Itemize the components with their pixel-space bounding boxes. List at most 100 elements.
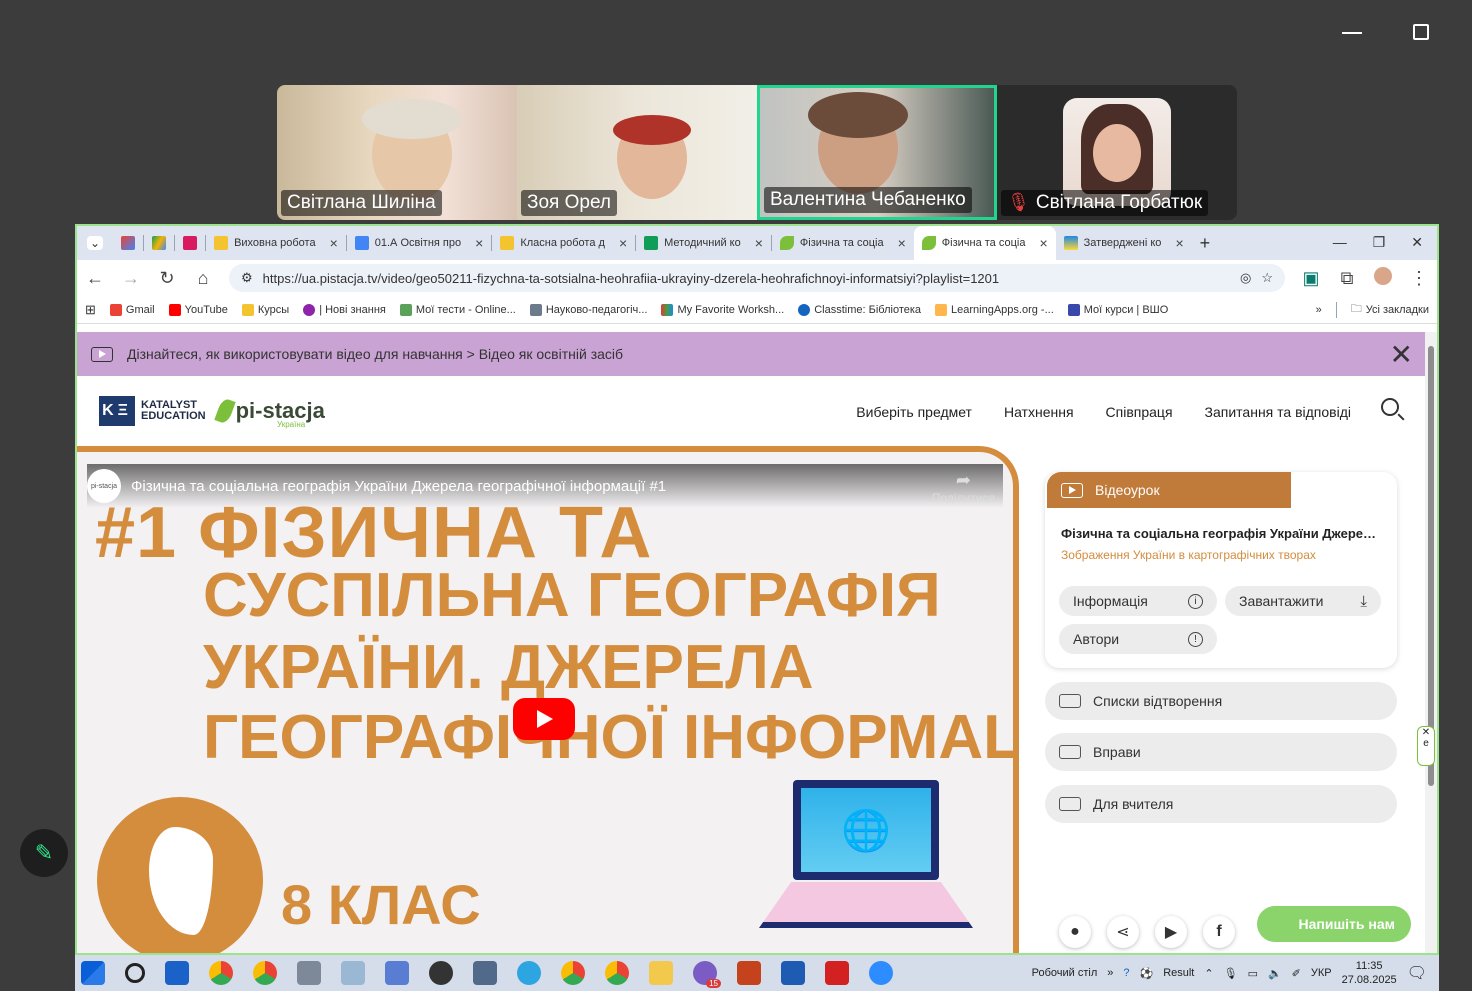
app-icon[interactable]	[341, 961, 365, 985]
word-icon[interactable]	[781, 961, 805, 985]
tab-search-button[interactable]: ⌄	[77, 226, 113, 260]
close-icon[interactable]: ×	[1039, 235, 1047, 251]
lesson-topic-link[interactable]: Зображення України в картографічних твор…	[1061, 548, 1316, 562]
viber-icon[interactable]: 15	[693, 961, 721, 988]
reload-icon[interactable]: ↻	[157, 268, 177, 289]
scrollbar-thumb[interactable]	[1428, 346, 1434, 786]
bookmark-item[interactable]: Мої тести - Online...	[399, 303, 516, 316]
close-icon[interactable]: ✕	[1390, 338, 1413, 371]
pistacja-share-icon[interactable]: ●	[1059, 916, 1091, 948]
notifications-icon[interactable]: 🗨	[1407, 963, 1427, 983]
acrobat-icon[interactable]	[825, 961, 849, 985]
close-icon[interactable]: ×	[330, 235, 338, 251]
tab-item-active[interactable]: Фізична та соціа ×	[913, 226, 1056, 260]
tab-item[interactable]: Класна робота д ×	[492, 226, 635, 260]
all-bookmarks[interactable]: 🗀 Усі закладки	[1351, 300, 1429, 319]
search-icon[interactable]	[1381, 398, 1399, 416]
video-title-bar[interactable]: pi-stacja Фізична та соціальна географія…	[87, 464, 1003, 508]
zoom-icon[interactable]	[869, 961, 893, 985]
banner-text[interactable]: Дізнайтеся, як використовувати відео для…	[127, 346, 623, 362]
site-info-icon[interactable]: ⚙	[241, 270, 253, 286]
participant-tile[interactable]: Світлана Шиліна	[277, 85, 517, 220]
pistacja-logo[interactable]: pi-stacja	[213, 397, 325, 425]
home-icon[interactable]: ⌂	[193, 268, 213, 289]
minimize-icon[interactable]: —	[1333, 234, 1347, 251]
pen-icon[interactable]: ✐	[1292, 967, 1301, 980]
extension-float[interactable]: ✕ e	[1417, 726, 1435, 766]
bookmark-item[interactable]: Gmail	[109, 303, 155, 316]
teacher-section[interactable]: Для вчителя	[1045, 785, 1397, 823]
video-title[interactable]: Фізична та соціальна географія України Д…	[131, 478, 666, 495]
bookmark-item[interactable]: Classtime: Бібліотека	[798, 303, 921, 316]
close-icon[interactable]: ×	[898, 235, 906, 251]
bookmark-item[interactable]: LearningApps.org -...	[935, 303, 1054, 316]
close-icon[interactable]: ✕	[1418, 727, 1434, 738]
authors-button[interactable]: Автори!	[1059, 624, 1217, 654]
star-icon[interactable]: ☆	[1261, 270, 1273, 286]
participant-tile[interactable]: Зоя Орел	[517, 85, 757, 220]
forward-icon[interactable]: →	[121, 268, 141, 289]
annotate-pencil-icon[interactable]: ✎	[20, 829, 68, 877]
bookmark-item[interactable]: Мої курси | ВШО	[1067, 303, 1168, 316]
chat-button[interactable]: Напишіть нам	[1257, 906, 1411, 942]
chrome-icon[interactable]	[561, 961, 585, 985]
facebook-icon[interactable]: f	[1203, 916, 1235, 948]
youtube-icon[interactable]: ▶	[1155, 916, 1187, 948]
play-button[interactable]	[513, 698, 575, 740]
powerpoint-icon[interactable]	[737, 961, 761, 985]
windows-start-icon[interactable]	[81, 961, 105, 985]
exercises-section[interactable]: Вправи	[1045, 733, 1397, 771]
tab-item[interactable]: Виховна робота ×	[206, 226, 346, 260]
calculator-icon[interactable]	[473, 961, 497, 985]
scrollbar[interactable]	[1425, 332, 1437, 953]
tab-pinned[interactable]	[175, 226, 205, 260]
speaker-icon[interactable]: 🔈	[1268, 967, 1282, 980]
extension-icon[interactable]: e	[1418, 738, 1434, 749]
share-button[interactable]: ➦ Поділитися	[932, 470, 995, 505]
download-button[interactable]: Завантажити ⤓	[1225, 586, 1381, 616]
url-field[interactable]: ⚙ https://ua.pistacja.tv/video/geo50211-…	[229, 264, 1285, 292]
menu-icon[interactable]: ⋮	[1409, 268, 1429, 289]
tab-drive[interactable]	[144, 226, 174, 260]
tab-item[interactable]: Фізична та соціа ×	[772, 226, 914, 260]
store-icon[interactable]	[165, 961, 189, 985]
bookmark-item[interactable]: YouTube	[168, 303, 228, 316]
microphone-icon[interactable]: 🎙	[1224, 967, 1238, 980]
app-icon[interactable]	[297, 961, 321, 985]
menu-item[interactable]: Виберіть предмет	[856, 404, 972, 420]
obs-icon[interactable]	[429, 961, 453, 985]
search-icon[interactable]	[125, 963, 145, 983]
chrome-icon[interactable]	[253, 961, 277, 985]
katalyst-logo[interactable]: KΞ KATALYST EDUCATION	[99, 396, 206, 426]
result-app-icon[interactable]: ⚽	[1139, 967, 1153, 980]
apps-grid-icon[interactable]: ⊞	[85, 302, 96, 318]
close-icon[interactable]: ×	[1175, 235, 1183, 251]
language-indicator[interactable]: УКР	[1311, 967, 1332, 979]
bookmark-item[interactable]: | Нові знання	[303, 303, 386, 316]
extension-icon[interactable]: ▣	[1301, 268, 1321, 289]
close-icon[interactable]: ×	[755, 235, 763, 251]
file-explorer-icon[interactable]	[649, 961, 673, 985]
profile-avatar[interactable]	[1373, 266, 1393, 290]
info-button[interactable]: Інформація i	[1059, 586, 1217, 616]
lesson-tab[interactable]: Відеоурок	[1047, 472, 1291, 508]
network-icon[interactable]: ▭	[1248, 967, 1258, 980]
info-banner[interactable]: Дізнайтеся, як використовувати відео для…	[77, 332, 1427, 376]
maximize-icon[interactable]	[1413, 24, 1429, 40]
tray-expand-icon[interactable]: ⌃	[1204, 967, 1213, 980]
restore-icon[interactable]: ❐	[1373, 234, 1386, 251]
eye-off-icon[interactable]: ◎	[1240, 270, 1251, 286]
participant-tile[interactable]: 🎙 Світлана Горбатюк	[997, 85, 1237, 220]
close-icon[interactable]: ×	[619, 235, 627, 251]
bookmark-item[interactable]: Курсы	[241, 303, 289, 316]
clock[interactable]: 11:35 27.08.2025	[1342, 959, 1397, 987]
desktop-toolbar-label[interactable]: Робочий стіл	[1032, 967, 1098, 979]
result-label[interactable]: Result	[1163, 967, 1194, 979]
back-icon[interactable]: ←	[85, 268, 105, 289]
playlists-section[interactable]: Списки відтворення	[1045, 682, 1397, 720]
tab-gmail[interactable]	[113, 226, 143, 260]
menu-item[interactable]: Натхнення	[1004, 404, 1074, 420]
bookmark-item[interactable]: Науково-педагогіч...	[529, 303, 647, 316]
bookmark-item[interactable]: My Favorite Worksh...	[661, 303, 784, 316]
close-icon[interactable]: ×	[475, 235, 483, 251]
